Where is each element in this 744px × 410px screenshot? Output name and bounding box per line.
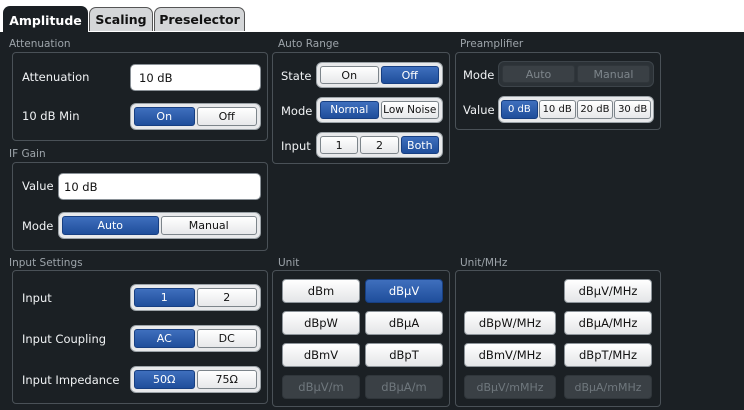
input-2-button[interactable]: 2 — [196, 288, 257, 307]
auto-range-state-on-button[interactable]: On — [320, 66, 379, 84]
input-label: Input — [22, 291, 52, 305]
preamplifier-20db-button[interactable]: 20 dB — [576, 100, 614, 119]
attenuation-input[interactable]: 10 dB — [130, 64, 261, 91]
attenuation-min-toggle: On Off — [130, 103, 261, 130]
input-coupling-label: Input Coupling — [22, 332, 107, 346]
tab-scaling[interactable]: Scaling — [89, 7, 153, 31]
unit-dbuv-button[interactable]: dBµV — [365, 279, 443, 303]
preamplifier-mode-label: Mode — [463, 68, 495, 82]
input-coupling-ac-button[interactable]: AC — [134, 329, 195, 348]
if-gain-value-input[interactable]: 10 dB — [58, 173, 261, 200]
if-gain-group-title: IF Gain — [9, 148, 46, 160]
unit-dbpt-button[interactable]: dBpT — [365, 343, 443, 367]
preamplifier-mode-toggle: Auto Manual — [498, 61, 654, 87]
auto-range-state-label: State — [281, 69, 312, 83]
auto-range-input-both-button[interactable]: Both — [400, 136, 439, 154]
auto-range-mode-label: Mode — [281, 104, 313, 118]
unit-dbua-mmhz-button: dBµA/mMHz — [564, 375, 652, 399]
input-impedance-toggle: 50Ω 75Ω — [130, 366, 261, 393]
auto-range-input-2-button[interactable]: 2 — [360, 136, 399, 154]
input-impedance-50-button[interactable]: 50Ω — [134, 370, 195, 389]
input-toggle: 1 2 — [130, 284, 261, 311]
auto-range-input-label: Input — [281, 139, 311, 153]
input-settings-group-title: Input Settings — [9, 257, 83, 269]
unit-dbuv-mhz-button[interactable]: dBµV/MHz — [564, 279, 652, 303]
preamplifier-0db-button[interactable]: 0 dB — [501, 100, 538, 119]
auto-range-group-title: Auto Range — [278, 38, 339, 50]
input-impedance-75-button[interactable]: 75Ω — [196, 370, 257, 389]
auto-range-state-toggle: On Off — [316, 62, 443, 88]
unit-dbmv-button[interactable]: dBmV — [282, 343, 360, 367]
unit-group-title: Unit — [278, 257, 300, 269]
unit-dbua-mhz-button[interactable]: dBµA/MHz — [564, 311, 652, 335]
input-coupling-dc-button[interactable]: DC — [196, 329, 257, 348]
input-coupling-toggle: AC DC — [130, 325, 261, 352]
auto-range-input-toggle: 1 2 Both — [316, 132, 443, 158]
preamplifier-value-toggle: 0 dB 10 dB 20 dB 30 dB — [498, 96, 654, 123]
unit-dbuv-mmhz-button: dBµV/mMHz — [464, 375, 556, 399]
unit-mhz-group-title: Unit/MHz — [460, 257, 508, 269]
attenuation-min-label: 10 dB Min — [22, 109, 80, 123]
tab-amplitude[interactable]: Amplitude — [3, 6, 88, 33]
attenuation-min-off-button[interactable]: Off — [196, 107, 257, 126]
preamplifier-manual-button: Manual — [577, 65, 650, 83]
unit-dbua-button[interactable]: dBµA — [365, 311, 443, 335]
unit-dbua-m-button: dBµA/m — [365, 375, 443, 399]
unit-dbmv-mhz-button[interactable]: dBmV/MHz — [464, 343, 556, 367]
preamplifier-30db-button[interactable]: 30 dB — [614, 100, 651, 119]
tab-bar: Amplitude Scaling Preselector — [0, 0, 744, 33]
auto-range-normal-button[interactable]: Normal — [320, 101, 379, 119]
auto-range-mode-toggle: Normal Low Noise — [316, 97, 443, 123]
preamplifier-value-label: Value — [463, 103, 495, 117]
attenuation-label: Attenuation — [22, 70, 90, 84]
if-gain-mode-toggle: Auto Manual — [58, 212, 261, 239]
if-gain-value-label: Value — [22, 179, 54, 193]
unit-dbpw-mhz-button[interactable]: dBpW/MHz — [464, 311, 556, 335]
input-impedance-label: Input Impedance — [22, 373, 120, 387]
unit-dbpt-mhz-button[interactable]: dBpT/MHz — [564, 343, 652, 367]
auto-range-input-1-button[interactable]: 1 — [320, 136, 359, 154]
unit-dbuv-m-button: dBµV/m — [282, 375, 360, 399]
preamplifier-10db-button[interactable]: 10 dB — [538, 100, 576, 119]
if-gain-mode-label: Mode — [22, 219, 54, 233]
preamplifier-group-title: Preamplifier — [460, 38, 524, 50]
auto-range-state-off-button[interactable]: Off — [380, 66, 439, 84]
unit-dbpw-button[interactable]: dBpW — [282, 311, 360, 335]
preamplifier-auto-button: Auto — [502, 65, 575, 83]
auto-range-low-noise-button[interactable]: Low Noise — [380, 101, 439, 119]
if-gain-auto-button[interactable]: Auto — [62, 216, 159, 235]
attenuation-group-title: Attenuation — [9, 38, 71, 50]
if-gain-manual-button[interactable]: Manual — [160, 216, 257, 235]
tab-preselector[interactable]: Preselector — [154, 7, 245, 31]
input-1-button[interactable]: 1 — [134, 288, 195, 307]
unit-dbm-button[interactable]: dBm — [282, 279, 360, 303]
attenuation-min-on-button[interactable]: On — [134, 107, 195, 126]
